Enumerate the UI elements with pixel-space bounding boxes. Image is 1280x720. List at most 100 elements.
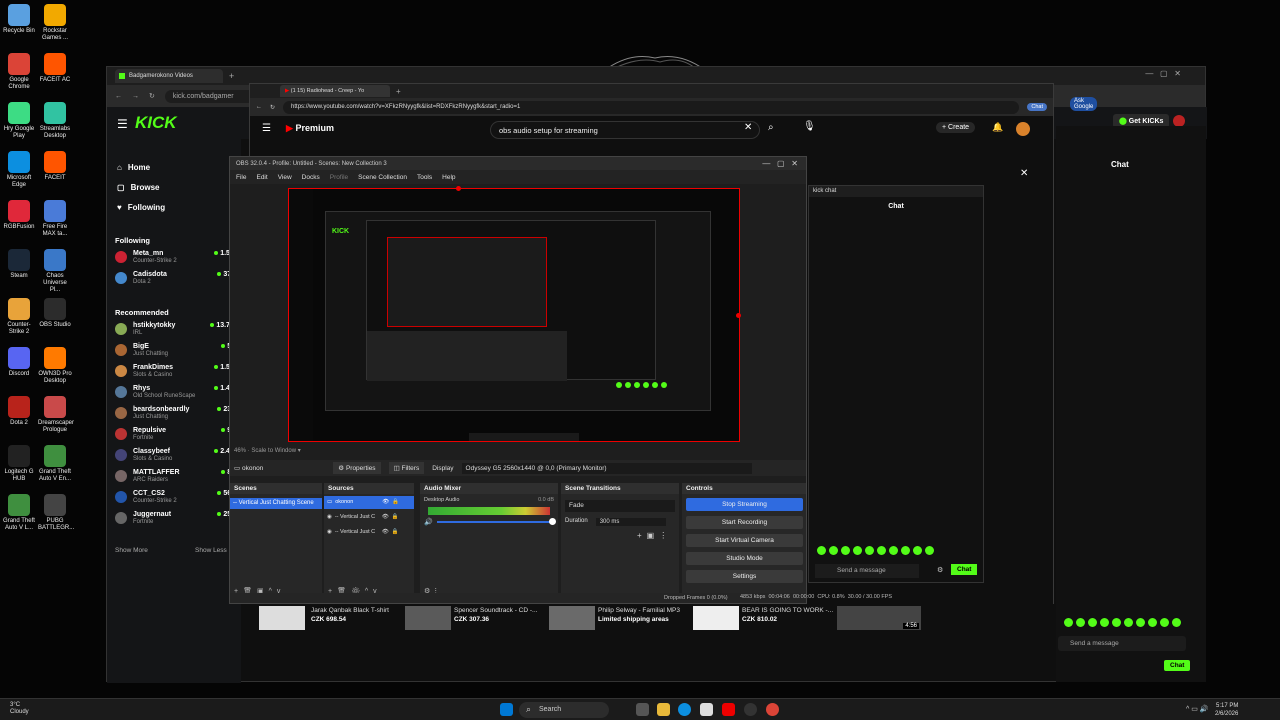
obs-window-controls-icon[interactable]: — ▢ ✕ (762, 159, 806, 168)
studio-mode-button[interactable]: Studio Mode (686, 552, 803, 565)
channel-row[interactable]: MATTLAFFERARC Raiders89 (115, 469, 235, 487)
settings-button[interactable]: Settings (686, 570, 803, 583)
desktop-icon[interactable]: PUBG BATTLEGR... (38, 494, 74, 532)
window-controls-icon[interactable]: — ▢ ✕ (1145, 69, 1181, 78)
dock-send-message-input[interactable]: Send a message (815, 564, 919, 578)
address-field[interactable]: kick.com/badgamer (164, 89, 255, 103)
notifications-icon[interactable]: 🔔 (992, 122, 1003, 133)
desktop-icon[interactable]: Google Chrome (2, 53, 36, 91)
weather-widget[interactable]: 3°C Cloudy (10, 702, 29, 716)
obs-taskbar-icon[interactable] (744, 703, 757, 716)
channel-row[interactable]: Rhys Old School RuneScape 1.4K (115, 385, 235, 403)
desktop-icon[interactable]: Chaos Universe Pl... (38, 249, 72, 294)
visibility-icon[interactable]: 👁 (382, 514, 389, 521)
show-more-link[interactable]: Show More (115, 547, 148, 554)
desktop-icon[interactable]: Streamlabs Desktop (38, 102, 72, 140)
close-x-icon[interactable]: ✕ (1020, 168, 1028, 179)
youtube-taskbar-icon[interactable] (722, 703, 735, 716)
source-item[interactable]: ▭ okonon 👁 🔒 (324, 496, 414, 509)
channel-row[interactable]: hstikkytokky IRL 13.7K (115, 322, 235, 340)
lock-icon[interactable]: 🔒 (392, 499, 399, 506)
desktop-icon[interactable]: Recycle Bin (2, 4, 36, 35)
taskbar-search[interactable]: ⌕ Search (519, 702, 609, 718)
chat-chip[interactable]: Chat (1027, 103, 1047, 111)
transition-select[interactable]: Fade (565, 500, 675, 512)
send-message-input[interactable]: Send a message (1058, 636, 1186, 651)
channel-row[interactable]: Meta_mn Counter-Strike 2 1.5K (115, 250, 235, 268)
desktop-icon[interactable]: FACEIT AC (38, 53, 72, 84)
obs-preview[interactable]: KICK (288, 188, 740, 442)
youtube-logo[interactable]: ▶ Premium (286, 123, 334, 134)
desktop-icon[interactable]: Logitech G HUB (2, 445, 36, 483)
desktop-icon[interactable]: Steam (2, 249, 36, 280)
desktop-icon[interactable]: Rockstar Games ... (38, 4, 72, 42)
yt-avatar[interactable] (1016, 122, 1030, 136)
youtube-search-input[interactable]: obs audio setup for streaming (490, 121, 760, 139)
desktop-icon[interactable]: OWN3D Pro Desktop (38, 347, 72, 385)
search-icon[interactable]: ⌕ (768, 122, 774, 133)
desktop-icon[interactable]: FACEIT (38, 151, 72, 182)
channel-row[interactable]: CCT_CS2Counter-Strike 2565 (115, 490, 235, 508)
scene-item[interactable]: -- Vertical Just Chatting Scene (230, 498, 322, 509)
desktop-icon[interactable]: Dota 2 (2, 396, 36, 427)
obs-menu-item[interactable]: Profile (330, 174, 348, 181)
merch-thumb-4[interactable] (693, 606, 739, 630)
obs-menu-item[interactable]: Scene Collection (358, 174, 407, 181)
new-tab-icon[interactable]: + (229, 71, 234, 81)
channel-row[interactable]: CadisdotaDota 2372 (115, 271, 235, 289)
chat-send-button[interactable]: Chat (1164, 660, 1191, 671)
create-button[interactable]: + Create (936, 122, 976, 133)
visibility-icon[interactable]: 👁 (382, 529, 389, 536)
nav-following[interactable]: ♥ Following (117, 203, 165, 212)
merch-item-2[interactable]: Spencer Soundtrack - CD -... CZK 307.36 (454, 606, 537, 624)
merch-item-4[interactable]: BEAR IS GOING TO WORK -... CZK 810.02 (742, 606, 833, 624)
obs-menu-item[interactable]: Docks (302, 174, 320, 181)
display-select[interactable]: Odyssey G5 2560x1440 @ 0,0 (Primary Moni… (461, 462, 752, 474)
reload-icon[interactable]: ↻ (149, 92, 155, 100)
kick-logo[interactable]: KICK (135, 113, 177, 133)
menu-icon[interactable]: ☰ (117, 117, 128, 131)
channel-row[interactable]: beardsonbeardlyJust Chatting233 (115, 406, 235, 424)
channel-row[interactable]: JuggernautFortnite257 (115, 511, 235, 529)
merch-thumb-3[interactable] (549, 606, 595, 630)
clear-search-icon[interactable]: ✕ (744, 122, 752, 133)
desktop-icon[interactable]: Free Fire MAX ta... (38, 200, 72, 238)
desktop-icon[interactable]: Dreamscaper Prologue (38, 396, 74, 434)
reload-icon-2[interactable]: ↻ (270, 104, 275, 111)
volume-slider[interactable] (436, 518, 556, 525)
source-item[interactable]: ◉ -- Vertical Just C 👁 🔒 (324, 511, 414, 524)
dock-chat-button[interactable]: Chat (951, 564, 978, 575)
channel-row[interactable]: BigEJust Chatting52 (115, 343, 235, 361)
back-icon[interactable]: ← (115, 93, 122, 100)
resize-handle-right[interactable] (736, 313, 741, 318)
desktop-icon[interactable]: OBS Studio (38, 298, 72, 329)
desktop-icon[interactable]: Counter-Strike 2 (2, 298, 36, 336)
channel-row[interactable]: Classybeef Slots & Casino 2.4K (115, 448, 235, 466)
obs-menu-item[interactable]: File (236, 174, 246, 181)
desktop-icon[interactable]: Hry Google Play (2, 102, 36, 140)
preview-zoom[interactable]: 46% · Scale to Window ▾ (234, 447, 301, 454)
dock-settings-icon[interactable]: ⚙ (937, 566, 943, 574)
source-item[interactable]: ◉ -- Vertical Just C 👁 🔒 (324, 526, 414, 539)
filters-button[interactable]: ◫ Filters (388, 462, 425, 474)
channel-row[interactable]: RepulsiveFortnite96 (115, 427, 235, 445)
emote-row[interactable] (1064, 618, 1204, 627)
obs-menu-item[interactable]: Tools (417, 174, 432, 181)
merch-thumb-2[interactable] (405, 606, 451, 630)
desktop-icon[interactable]: Grand Theft Auto V En... (38, 445, 72, 483)
obs-menu-item[interactable]: Edit (256, 174, 267, 181)
obs-menu-item[interactable]: View (278, 174, 292, 181)
transition-buttons[interactable]: +▣⋮ (637, 531, 672, 540)
desktop-icon[interactable]: Discord (2, 347, 36, 378)
obs-menu-item[interactable]: Help (442, 174, 455, 181)
tab-youtube[interactable]: ▶ (1 15) Radiohead - Creep - Yo (280, 85, 390, 97)
stop-streaming-button[interactable]: Stop Streaming (686, 498, 803, 511)
dock-emote-row[interactable] (817, 546, 937, 555)
properties-button[interactable]: ⚙ Properties (333, 462, 381, 474)
merch-item-1[interactable]: Jarak Qanbak Black T-shirt CZK 698.54 (311, 606, 389, 624)
desktop-icon[interactable]: Microsoft Edge (2, 151, 36, 189)
task-view-icon[interactable] (636, 703, 649, 716)
speaker-icon[interactable]: 🔊 (424, 518, 433, 526)
show-less-link[interactable]: Show Less (195, 547, 227, 554)
video-thumb[interactable]: 4:56 (837, 606, 921, 630)
